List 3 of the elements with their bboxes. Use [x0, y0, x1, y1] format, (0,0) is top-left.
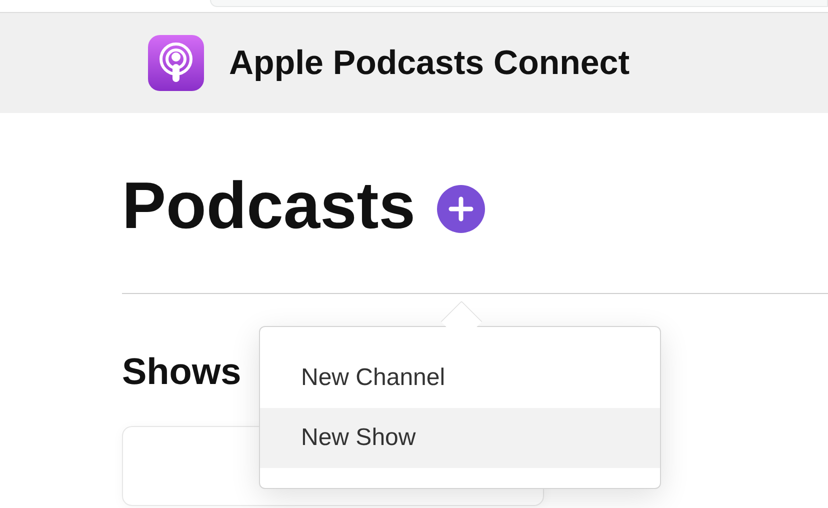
section-title: Shows [122, 350, 242, 394]
page-title: Podcasts [122, 167, 416, 243]
app-title: Apple Podcasts Connect [229, 44, 630, 82]
